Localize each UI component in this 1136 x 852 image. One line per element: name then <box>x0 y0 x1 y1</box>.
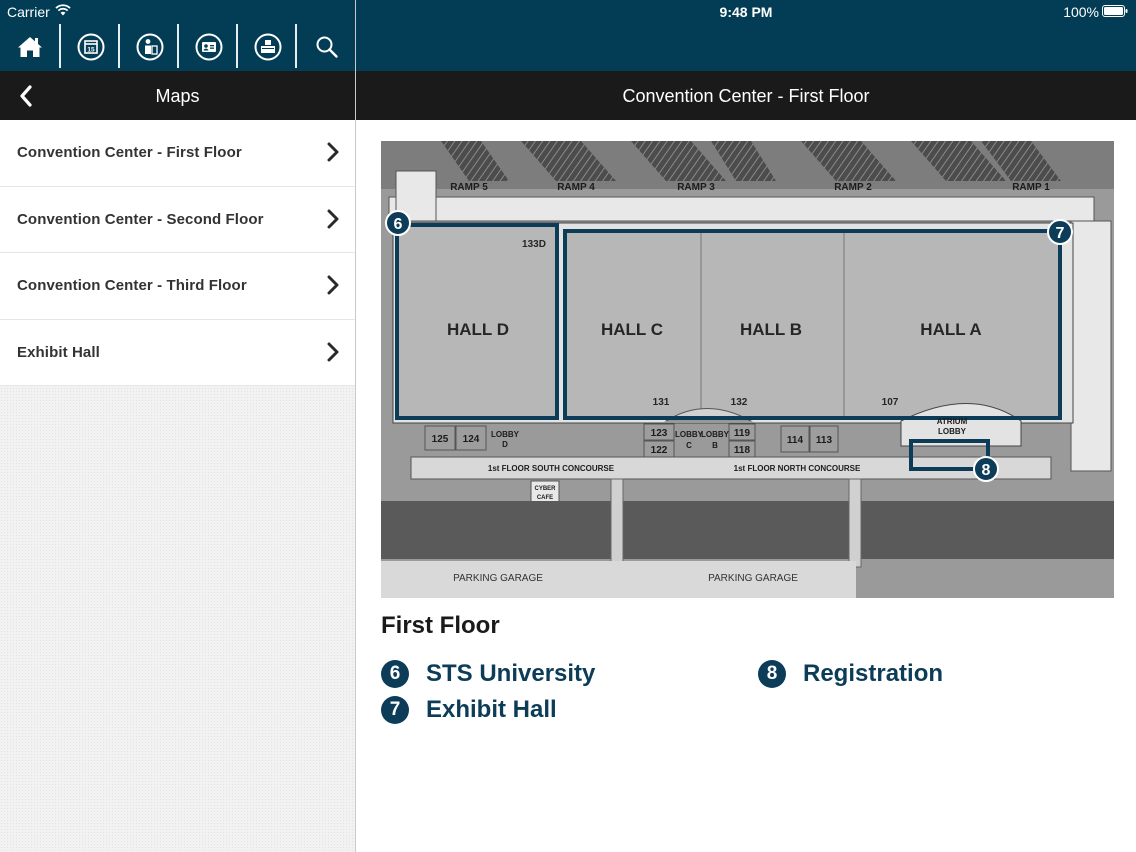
battery-icon <box>1102 5 1128 17</box>
room-label: 123 <box>651 428 668 439</box>
calendar-icon: 15 <box>77 33 104 60</box>
main-toolbar: 15 <box>0 22 355 71</box>
speakers-button[interactable] <box>120 22 179 71</box>
right-navigation-bar: Convention Center - First Floor <box>356 71 1136 120</box>
lobby-label: D <box>502 440 508 449</box>
road <box>381 501 1114 559</box>
hall-label: HALL C <box>601 320 663 339</box>
legend-label: Registration <box>803 660 944 687</box>
cyber-cafe-label: CAFE <box>537 495 553 501</box>
room-label: 107 <box>882 397 899 408</box>
legend-label: STS University <box>426 660 596 687</box>
legend-badge: 6 <box>381 660 409 688</box>
parking-label: PARKING GARAGE <box>708 573 798 584</box>
map-list-item-label: Convention Center - Second Floor <box>17 210 264 228</box>
map-list-item[interactable]: Exhibit Hall <box>0 319 355 386</box>
search-button[interactable] <box>297 22 356 71</box>
hall-label: HALL B <box>740 320 802 339</box>
room-label: 122 <box>651 445 668 456</box>
home-button[interactable] <box>0 22 59 71</box>
pane-divider <box>355 0 356 852</box>
exhibitors-button[interactable] <box>238 22 297 71</box>
legend-item-exhibit-hall: 7 Exhibit Hall <box>381 696 557 724</box>
skybridge <box>610 478 624 568</box>
attendee-icon <box>195 33 222 60</box>
ramp-label: RAMP 1 <box>1012 182 1050 193</box>
svg-text:7: 7 <box>1056 225 1065 242</box>
map-list-item-label: Convention Center - Third Floor <box>17 277 247 294</box>
chevron-right-icon <box>327 275 339 295</box>
lobby-label: LOBBY <box>675 430 704 439</box>
ramp-label: RAMP 3 <box>677 182 715 193</box>
carrier-label: Carrier <box>7 4 50 20</box>
room-label: 124 <box>463 434 480 445</box>
attendees-button[interactable] <box>179 22 238 71</box>
map-title: Convention Center - First Floor <box>622 86 870 106</box>
legend-item-sts-university: 6 STS University <box>381 660 595 688</box>
status-bar-right: 9:48 PM 100% <box>356 0 1136 71</box>
map-list-item-label: Exhibit Hall <box>17 343 100 361</box>
battery-percentage: 100% <box>1063 4 1099 20</box>
concourse-label: 1st FLOOR NORTH CONCOURSE <box>734 464 861 473</box>
loading-docks <box>388 196 1095 222</box>
ramp-label: RAMP 2 <box>834 182 872 193</box>
lobby-label: LOBBY <box>938 427 967 436</box>
legend-badge: 7 <box>381 696 409 724</box>
left-navigation-bar: Maps <box>0 71 355 120</box>
cyber-cafe-label: CYBER <box>534 486 556 492</box>
status-bar-left: Carrier <box>0 0 355 22</box>
legend-item-registration: 8 Registration <box>758 660 943 688</box>
room-label: 119 <box>734 428 751 439</box>
room-label: 132 <box>731 397 748 408</box>
lobby-label: B <box>712 441 718 450</box>
svg-text:8: 8 <box>982 462 991 479</box>
hall-label: HALL D <box>447 320 509 339</box>
map-list-item-label: Convention Center - First Floor <box>17 144 242 161</box>
lobby-label: C <box>686 441 692 450</box>
search-icon <box>316 36 338 58</box>
chevron-right-icon <box>327 142 339 162</box>
parking-label: PARKING GARAGE <box>453 573 543 584</box>
legend-badge: 8 <box>758 660 786 688</box>
map-list-item[interactable]: Convention Center - First Floor <box>0 120 355 187</box>
lobby-label: ATRIUM <box>937 417 968 426</box>
legend-label: Exhibit Hall <box>426 696 557 723</box>
map-marker-8[interactable]: 8 <box>973 456 999 482</box>
room-label: 118 <box>734 445 751 456</box>
map-marker-6[interactable]: 6 <box>385 210 411 236</box>
room-label: 113 <box>816 435 833 446</box>
ramp-label: RAMP 4 <box>557 182 595 193</box>
ramp-label: RAMP 5 <box>450 182 488 193</box>
skybridge <box>848 478 862 568</box>
legend-title: First Floor <box>381 612 500 639</box>
map-marker-7[interactable]: 7 <box>1047 219 1073 245</box>
room-label: 133D <box>522 239 546 250</box>
east-wing <box>1070 220 1112 472</box>
lobby-label: LOBBY <box>701 430 730 439</box>
home-icon <box>17 36 42 57</box>
chevron-right-icon <box>327 342 339 361</box>
schedule-button[interactable]: 15 <box>61 22 120 71</box>
room-label: 131 <box>653 397 670 408</box>
lobby-label: LOBBY <box>491 430 520 439</box>
svg-text:6: 6 <box>394 216 403 233</box>
chevron-right-icon <box>327 209 339 228</box>
speaker-icon <box>136 33 163 60</box>
wifi-icon <box>55 4 71 16</box>
room-label: 114 <box>787 435 804 446</box>
hall-label: HALL A <box>920 320 981 339</box>
map-list-item[interactable]: Convention Center - Second Floor <box>0 186 355 253</box>
svg-text:15: 15 <box>87 46 95 53</box>
floor-map[interactable]: RAMP 5 RAMP 4 RAMP 3 RAMP 2 RAMP 1 HALL … <box>381 141 1114 598</box>
concourse-label: 1st FLOOR SOUTH CONCOURSE <box>488 464 615 473</box>
status-time: 9:48 PM <box>719 4 773 20</box>
map-list: Convention Center - First Floor Conventi… <box>0 120 355 386</box>
room-label: 125 <box>432 434 449 445</box>
exhibitor-icon <box>254 33 281 60</box>
left-pane-title: Maps <box>155 86 200 106</box>
map-list-item[interactable]: Convention Center - Third Floor <box>0 253 355 320</box>
left-pane: Carrier 15 Maps Convention Center - Firs… <box>0 0 355 852</box>
